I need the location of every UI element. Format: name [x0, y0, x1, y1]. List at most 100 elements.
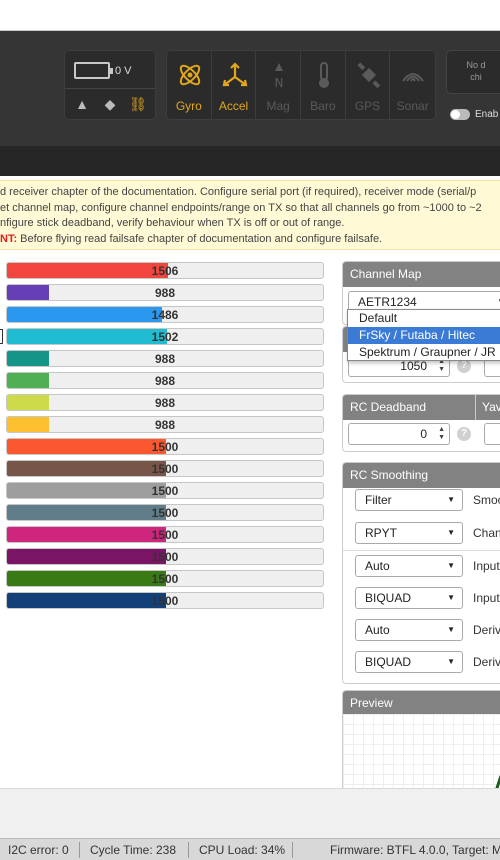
smoothing-select[interactable]: Auto [355, 619, 463, 641]
deadband-box: RC Deadband Yav 0 ▲ ▼ ? [342, 394, 500, 452]
gps-icon [357, 62, 380, 89]
battery-voltage: 0 V [115, 65, 132, 77]
sensor-label: Sonar [396, 99, 429, 113]
yaw-deadband-title: Yav [475, 395, 500, 420]
channel-value: 1502 [151, 330, 179, 344]
battery-icon [74, 62, 113, 79]
sensor-gyro: Gyro [167, 51, 212, 119]
dropdown-option[interactable]: Spektrum / Graupner / JR [348, 344, 500, 361]
help-icon[interactable]: ? [457, 427, 471, 441]
channel-bar: 988 [6, 372, 324, 389]
smoothing-label: Deriv [473, 623, 500, 637]
channel-value: 1486 [151, 308, 179, 322]
gyro-icon [179, 64, 201, 86]
channel-map-dropdown: Default FrSky / Futaba / Hitec Spektrum … [347, 309, 500, 361]
sensor-accel: Accel [212, 51, 257, 119]
smoothing-select[interactable]: BIQUAD [355, 651, 463, 673]
row-marker [0, 329, 3, 344]
smoothing-label: Chan [473, 526, 500, 540]
smoothing-select[interactable]: BIQUAD [355, 587, 463, 609]
important-label: NT: [0, 232, 18, 245]
channel-value: 988 [154, 352, 176, 366]
toggle-label: Enab [475, 109, 499, 120]
channel-value: 1500 [151, 506, 179, 520]
smoothing-box: RC Smoothing Filter Smoo RPYT Chan Auto Input… [342, 462, 500, 684]
channel-bar: 988 [6, 284, 324, 301]
channel-value: 1500 [151, 572, 179, 586]
battery-panel: 0 V ▲ ◆ ⛓ [64, 50, 156, 120]
dataflash-panel: No d chi [446, 50, 500, 94]
dropdown-option-selected[interactable]: FrSky / Futaba / Hitec [348, 327, 500, 344]
preview-canvas [343, 714, 500, 794]
channel-value: 1506 [151, 264, 179, 278]
note-box: d receiver chapter of the documentation.… [0, 180, 500, 250]
dropdown-option[interactable]: Default [348, 310, 500, 327]
svg-text:N: N [275, 76, 284, 89]
channel-value: 1500 [151, 484, 179, 498]
channel-bar: 1500 [6, 592, 324, 609]
deadband-title: RC Deadband [350, 400, 427, 414]
top-white-bar [0, 0, 500, 31]
tab-band [0, 146, 500, 176]
spinner-icon[interactable]: ▲ ▼ [435, 426, 445, 442]
smoothing-select[interactable]: RPYT [355, 522, 463, 544]
deadband-input[interactable]: 0 ▲ ▼ [348, 423, 450, 445]
smoothing-select[interactable]: Auto [355, 555, 463, 577]
channel-bar: 1500 [6, 548, 324, 565]
firmware-info: Firmware: BTFL 4.0.0, Target: M [330, 843, 500, 857]
sensor-baro: Baro [301, 51, 346, 119]
sensor-panel: Gyro Accel N Mag Baro GPS Sonar [166, 50, 436, 120]
smoothing-title: RC Smoothing [343, 463, 500, 488]
channel-bar: 988 [6, 394, 324, 411]
sensor-label: GPS [354, 99, 381, 113]
mag-icon: N [275, 63, 284, 89]
channel-bar: 988 [6, 416, 324, 433]
cycle-time: Cycle Time: 238 [90, 843, 177, 857]
channel-bar: 1500 [6, 526, 324, 543]
channel-bar: 1502 [6, 328, 324, 345]
channel-value: 1500 [151, 550, 179, 564]
status-bar: I2C error: 0 Cycle Time: 238 CPU Load: 3… [0, 838, 500, 860]
link-icon: ⛓ [129, 96, 147, 112]
channel-bar: 1500 [6, 460, 324, 477]
channel-value: 988 [154, 396, 176, 410]
channel-value: 988 [154, 418, 176, 432]
smoothing-select[interactable]: Filter [355, 489, 463, 511]
channel-value: 1500 [151, 462, 179, 476]
sensor-label: Mag [266, 99, 290, 113]
channel-bar: 1500 [6, 482, 324, 499]
channel-bar: 1500 [6, 438, 324, 455]
preview-title: Preview [343, 691, 500, 716]
expert-mode-toggle[interactable] [450, 109, 470, 120]
channel-value: 988 [154, 286, 176, 300]
channel-value: 988 [154, 374, 176, 388]
channel-value: 1500 [151, 594, 179, 608]
smoothing-label: Smoo [473, 493, 500, 507]
bottom-toolbar [0, 788, 500, 838]
sonar-icon [402, 73, 425, 82]
cpu-load: CPU Load: 34% [199, 843, 286, 857]
sensor-label: Baro [310, 99, 336, 113]
channel-bar: 1506 [6, 262, 324, 279]
yaw-deadband-input[interactable] [484, 423, 500, 445]
channel-value: 1500 [151, 528, 179, 542]
channel-bar: 1500 [6, 504, 324, 521]
channel-bar: 1500 [6, 570, 324, 587]
sensor-sonar: Sonar [390, 51, 435, 119]
sensor-label: Accel [218, 99, 249, 113]
diamond-icon: ◆ [104, 96, 116, 112]
smoothing-label: Input [473, 559, 500, 573]
channel-bar: 988 [6, 350, 324, 367]
channel-value: 1500 [151, 440, 179, 454]
channel-map-title: Channel Map [343, 262, 500, 287]
smoothing-label: Deriv [473, 655, 500, 669]
smoothing-label: Input [473, 591, 500, 605]
accel-icon [222, 62, 248, 87]
warning-icon: ▲ [75, 96, 89, 112]
help-icon[interactable]: ? [457, 359, 471, 373]
sensor-label: Gyro [175, 99, 202, 113]
sensor-mag: N Mag [256, 51, 302, 119]
sensor-gps: GPS [346, 51, 391, 119]
i2c-error: I2C error: 0 [8, 843, 69, 857]
baro-icon [319, 62, 330, 88]
